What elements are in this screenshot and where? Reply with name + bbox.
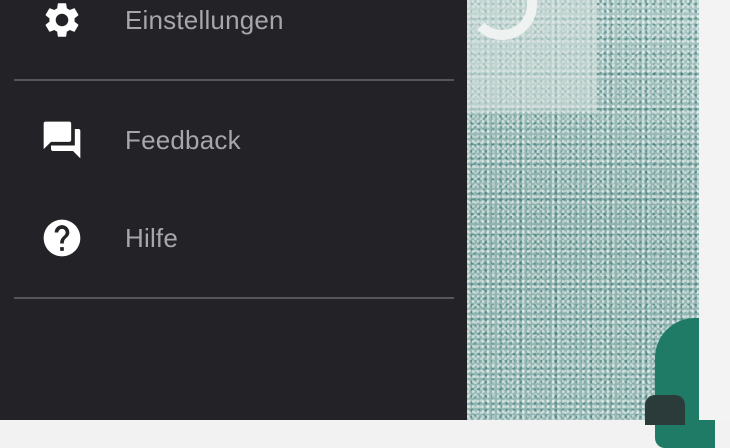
content-edge-strip bbox=[699, 0, 730, 420]
drawer-divider bbox=[14, 79, 454, 81]
nav-item-feedback[interactable]: Feedback bbox=[0, 100, 467, 180]
photo-person-detail bbox=[645, 395, 685, 425]
nav-item-help[interactable]: Hilfe bbox=[0, 198, 467, 278]
nav-item-label: Hilfe bbox=[125, 222, 179, 253]
feedback-icon bbox=[40, 118, 84, 162]
background-photo bbox=[467, 0, 715, 448]
gear-icon bbox=[40, 0, 84, 42]
drawer-divider bbox=[14, 297, 454, 299]
nav-item-label: Feedback bbox=[125, 124, 241, 155]
navigation-drawer: Einstellungen Feedback Hilfe bbox=[0, 0, 467, 420]
nav-item-label: Einstellungen bbox=[125, 4, 284, 35]
help-icon bbox=[40, 216, 84, 260]
nav-item-settings[interactable]: Einstellungen bbox=[0, 0, 467, 60]
